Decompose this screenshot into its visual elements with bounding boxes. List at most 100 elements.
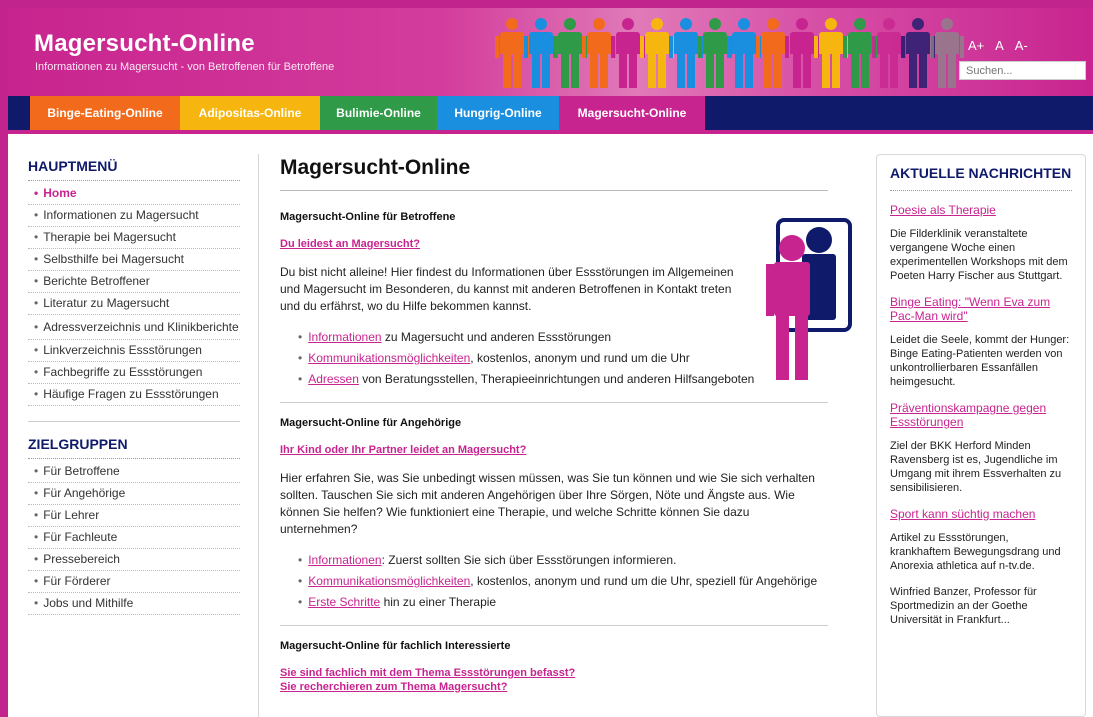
figure-part — [658, 52, 666, 88]
sidebar-item-label: Für Fachleute — [43, 530, 118, 544]
bullet-text: von Beratungsstellen, Therapieeinrichtun… — [358, 372, 755, 386]
figure-part — [590, 52, 598, 88]
sidebar-item[interactable]: • Selbsthilfe bei Magersucht — [28, 249, 240, 271]
person-figure — [901, 14, 935, 96]
figure-part — [651, 18, 663, 30]
list-item: • Kommunikationsmöglichkeiten, kostenlos,… — [298, 348, 828, 369]
news-heading: AKTUELLE NACHRICHTEN — [890, 165, 1072, 191]
figure-part — [616, 32, 640, 54]
sidebar-item[interactable]: • Für Lehrer — [28, 505, 240, 527]
bullet-link[interactable]: Kommunikationsmöglichkeiten — [308, 574, 470, 588]
news-item-link[interactable]: Binge Eating: "Wenn Eva zum Pac-Man wird… — [890, 295, 1072, 323]
zielgruppen-list: • Für Betroffene • Für Angehörige • Für Lehre… — [28, 461, 240, 615]
sidebar-item[interactable]: • Berichte Betroffener — [28, 271, 240, 293]
figure-part — [732, 32, 756, 54]
person-figure — [814, 14, 848, 96]
bullet-icon: • — [34, 343, 39, 357]
figure-part — [803, 52, 811, 88]
person-figure — [524, 14, 558, 96]
bullet-icon: • — [34, 252, 39, 266]
figure-part — [880, 52, 888, 88]
person-figure — [495, 14, 529, 96]
tab-magersucht-online[interactable]: Magersucht-Online — [559, 96, 705, 130]
figure-part — [960, 36, 964, 58]
news-item-link[interactable]: Präventionskampagne gegen Essstörungen — [890, 401, 1072, 429]
link-fachlich-befasst[interactable]: Sie sind fachlich mit dem Thema Essstöru… — [280, 667, 828, 679]
news-item-link[interactable]: Poesie als Therapie — [890, 203, 1072, 217]
sidebar-item-label: Berichte Betroffener — [43, 274, 150, 288]
sidebar-item-label: Für Betroffene — [43, 464, 120, 478]
figure-part — [513, 52, 521, 88]
hauptmenu-list: • Home • Informationen zu Magersucht • Therap… — [28, 183, 240, 406]
figure-part — [919, 52, 927, 88]
search-input[interactable] — [959, 61, 1086, 80]
sidebar-item[interactable]: • Häufige Fragen zu Essstörungen — [28, 384, 240, 406]
bullet-link[interactable]: Erste Schritte — [308, 595, 380, 609]
sidebar-item[interactable]: • Für Fachleute — [28, 527, 240, 549]
sidebar-item-label: Linkverzeichnis Essstörungen — [43, 343, 202, 357]
bullet-icon: • — [34, 208, 39, 222]
font-increase-button[interactable]: A+ — [968, 38, 984, 53]
sidebar-item[interactable]: • Fachbegriffe zu Essstörungen — [28, 362, 240, 384]
sidebar-item[interactable]: • Linkverzeichnis Essstörungen — [28, 340, 240, 362]
font-decrease-button[interactable]: A- — [1015, 38, 1028, 53]
sidebar-item-label: Informationen zu Magersucht — [43, 208, 199, 222]
tab-hungrig-online[interactable]: Hungrig-Online — [437, 96, 559, 130]
site-title[interactable]: Magersucht-Online — [34, 30, 255, 58]
bullet-link[interactable]: Informationen — [308, 330, 381, 344]
section-heading-fachlich: Magersucht-Online für fachlich Interessi… — [280, 640, 511, 652]
font-reset-button[interactable]: A — [995, 38, 1004, 53]
bullet-icon: • — [34, 596, 39, 610]
two-persons-icon — [766, 218, 852, 380]
sidebar-item[interactable]: • Adressverzeichnis und Klinikberichte — [28, 315, 240, 340]
tab-adipositas-online[interactable]: Adipositas-Online — [180, 96, 320, 130]
figure-part — [825, 18, 837, 30]
bullet-text: , kostenlos, anonym und rund um die Uhr — [470, 351, 690, 365]
figure-part — [814, 36, 818, 58]
bullet-icon: • — [34, 464, 39, 478]
person-figure — [843, 14, 877, 96]
news-item-link[interactable]: Sport kann süchtig machen — [890, 507, 1072, 521]
person-figure — [872, 14, 906, 96]
tab-binge-eating-online[interactable]: Binge-Eating-Online — [30, 96, 180, 130]
sidebar-item[interactable]: • Für Betroffene — [28, 461, 240, 483]
page-title: Magersucht-Online — [280, 156, 828, 191]
figure-part — [727, 36, 731, 58]
sidebar-item[interactable]: • Therapie bei Magersucht — [28, 227, 240, 249]
tab-bulimie-online[interactable]: Bulimie-Online — [320, 96, 437, 130]
figure-part — [938, 52, 946, 88]
sidebar-item[interactable]: • Pressebereich — [28, 549, 240, 571]
figure-part — [680, 18, 692, 30]
figure-part — [785, 36, 789, 58]
figure-part — [912, 18, 924, 30]
figure-part — [687, 52, 695, 88]
news-item-text: Artikel zu Essstörungen, krankhaftem Bew… — [890, 532, 1061, 572]
figure-part — [883, 18, 895, 30]
bullet-link[interactable]: Informationen — [308, 553, 381, 567]
sidebar-item[interactable]: • Literatur zu Magersucht — [28, 293, 240, 315]
sidebar-item[interactable]: • Informationen zu Magersucht — [28, 205, 240, 227]
site-header: Magersucht-Online Informationen zu Mager… — [8, 8, 1093, 96]
list-item: • Kommunikationsmöglichkeiten, kostenlos,… — [298, 571, 828, 592]
sidebar-item[interactable]: • Für Förderer — [28, 571, 240, 593]
news-extra-text: Winfried Banzer, Professor für Sportmedi… — [890, 586, 1037, 626]
figure-part — [698, 36, 702, 58]
bullet-icon: • — [298, 595, 303, 609]
paragraph-betroffene: Du bist nicht alleine! Hier findest du I… — [280, 265, 734, 313]
figure-part — [877, 32, 901, 54]
sidebar-item[interactable]: • Jobs und Mithilfe — [28, 593, 240, 615]
nav-accent-stripe — [8, 130, 1093, 134]
bullet-link[interactable]: Kommunikationsmöglichkeiten — [308, 351, 470, 365]
link-recherchieren[interactable]: Sie recherchieren zum Thema Magersucht? — [280, 681, 828, 693]
figure-part — [948, 52, 956, 88]
list-item: • Informationen zu Magersucht und anderen… — [298, 327, 828, 348]
news-panel: AKTUELLE NACHRICHTEN Poesie als Therapie… — [876, 154, 1086, 717]
figure-part — [709, 18, 721, 30]
sidebar-item[interactable]: • Home — [28, 183, 240, 205]
bullet-link[interactable]: Adressen — [308, 372, 359, 386]
sidebar-item[interactable]: • Für Angehörige — [28, 483, 240, 505]
link-ihr-kind[interactable]: Ihr Kind oder Ihr Partner leidet an Mage… — [280, 444, 828, 456]
people-figures-banner — [495, 14, 968, 96]
link-du-leidest[interactable]: Du leidest an Magersucht? — [280, 238, 828, 250]
figure-part — [669, 36, 673, 58]
